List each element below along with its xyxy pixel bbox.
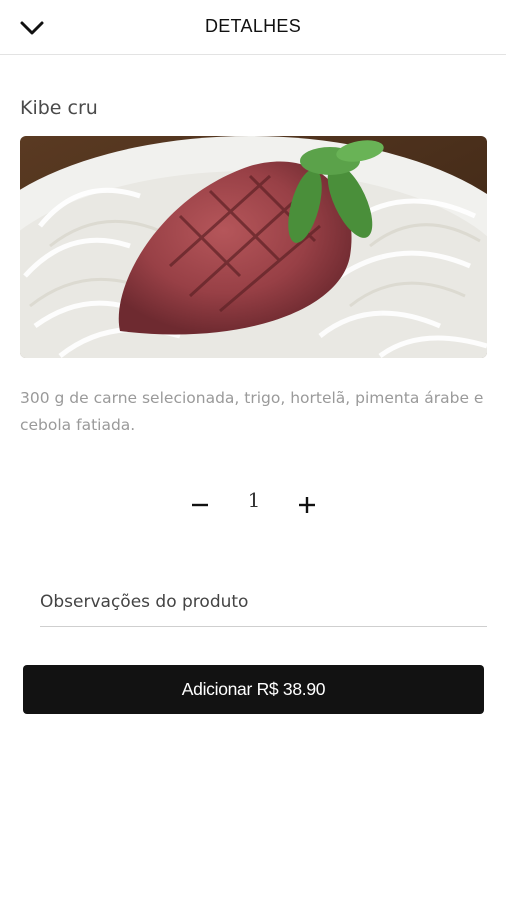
product-image xyxy=(20,136,487,358)
quantity-value: 1 xyxy=(247,488,261,512)
quantity-stepper: 1 xyxy=(180,485,325,525)
app-header: DETALHES xyxy=(0,0,506,55)
plus-icon xyxy=(299,497,315,513)
add-to-cart-button[interactable]: Adicionar R$ 38.90 xyxy=(23,665,484,714)
increase-quantity-button[interactable] xyxy=(295,493,319,517)
product-name: Kibe cru xyxy=(20,97,98,119)
product-notes-input[interactable] xyxy=(40,578,487,627)
page-title: DETALHES xyxy=(204,16,302,36)
product-description: 300 g de carne selecionada, trigo, horte… xyxy=(20,389,484,434)
minus-icon xyxy=(192,503,208,507)
decrease-quantity-button[interactable] xyxy=(188,493,212,517)
